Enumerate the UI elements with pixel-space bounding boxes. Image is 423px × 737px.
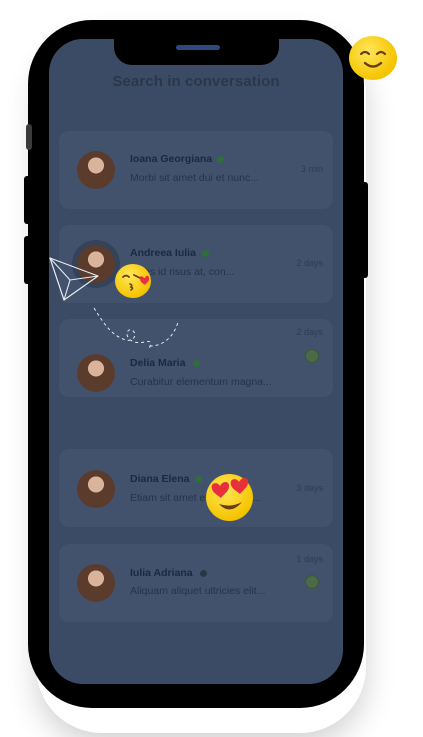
heart-eyes-face-icon [206,474,253,521]
avatar [77,564,115,602]
message-preview: Aliquam aliquet ultricies elit... [130,585,266,597]
volume-down-button [24,236,32,284]
search-conversation-title[interactable]: Search in conversation [49,73,343,90]
message-time: 2 days [296,258,323,268]
notch [114,39,279,65]
avatar [77,354,115,392]
avatar [77,151,115,189]
message-time: 2 days [296,327,323,337]
smiling-face-icon [349,36,397,80]
avatar [77,470,115,508]
online-status-dot [217,156,224,163]
contact-name: Iulia Adriana [130,567,193,579]
message-preview: Morbi sit amet dui et nunc... [130,172,259,184]
volume-up-button [24,176,32,224]
conversation-row[interactable]: Ioana Georgiana Morbi sit amet dui et nu… [59,131,333,209]
unread-badge [305,349,319,363]
message-preview: Curabitur elementum magna... [130,376,272,388]
message-time: 3 days [296,483,323,493]
conversation-row[interactable]: Iulia Adriana Aliquam aliquet ultricies … [59,544,333,622]
contact-name: Delia Maria [130,357,186,369]
offline-status-dot [200,570,207,577]
online-status-dot [193,360,200,367]
online-status-dot [202,250,209,257]
power-button [360,182,368,278]
message-time: 3 min [300,164,323,174]
contact-name: Ioana Georgiana [130,153,213,165]
kissing-face-icon [115,264,151,298]
message-time: 1 days [296,554,323,564]
message-preview: Etiam sit amet efficitur nisi... [130,492,261,504]
online-status-dot [195,476,202,483]
contact-name: Diana Elena [130,473,190,485]
phone-screen: Search in conversation Ioana Georgiana M… [49,39,343,684]
speaker-grille [176,45,220,50]
unread-badge [305,575,319,589]
mute-switch [26,124,32,150]
conversation-row[interactable]: Diana Elena Etiam sit amet efficitur nis… [59,449,333,527]
